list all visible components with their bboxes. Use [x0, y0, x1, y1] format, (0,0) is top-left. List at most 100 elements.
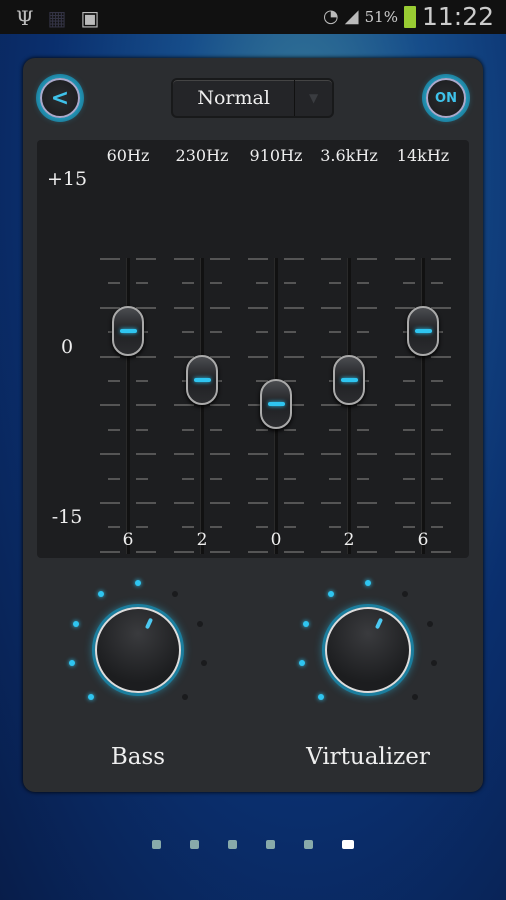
- usb-icon: Ψ: [16, 6, 34, 30]
- tick-mark: [248, 550, 268, 553]
- debug-icon: ▦: [47, 6, 67, 30]
- slider-thumb-910Hz[interactable]: [260, 379, 292, 429]
- tick-mark: [395, 404, 415, 407]
- page-dot[interactable]: [190, 840, 199, 849]
- page-dot[interactable]: [304, 840, 313, 849]
- tick-mark: [321, 453, 341, 456]
- tick-mark: [108, 526, 120, 529]
- slider-thumb-60Hz[interactable]: [112, 305, 144, 356]
- page-dot[interactable]: [342, 840, 354, 849]
- tick-mark: [136, 380, 148, 382]
- tick-mark: [174, 404, 194, 407]
- tick-mark: [357, 331, 369, 334]
- tick-mark: [431, 404, 451, 407]
- tick-mark: [100, 258, 120, 260]
- chevron-down-icon: ▼: [294, 80, 332, 116]
- band-label: 910Hz: [249, 146, 303, 165]
- knob-indicator: [144, 617, 154, 630]
- tick-mark: [321, 258, 341, 260]
- power-label: ON: [435, 90, 457, 106]
- band-label: 230Hz: [175, 146, 229, 165]
- band-label: 3.6kHz: [320, 146, 378, 165]
- tick-mark: [431, 282, 443, 285]
- tick-mark: [329, 331, 341, 334]
- tick-mark: [100, 502, 120, 504]
- tick-mark: [284, 306, 304, 309]
- knob-indicator: [374, 617, 384, 630]
- level-dot: [426, 621, 433, 628]
- tick-mark: [329, 428, 341, 431]
- tick-mark: [357, 428, 369, 431]
- tick-mark: [210, 282, 222, 285]
- slider-thumb-14kHz[interactable]: [407, 305, 439, 356]
- tick-mark: [256, 526, 268, 529]
- power-toggle[interactable]: ON: [426, 78, 466, 118]
- tick-mark: [431, 306, 451, 309]
- tick-mark: [431, 428, 443, 431]
- tick-mark: [210, 404, 230, 407]
- tick-mark: [395, 502, 415, 504]
- thumb-indicator: [268, 402, 285, 406]
- tick-mark: [108, 428, 120, 431]
- level-dot: [172, 591, 179, 598]
- equalizer-panel: < Normal ▼ ON +15 0 -15 60Hz 6 230Hz 2 910Hz…: [23, 58, 483, 792]
- tick-mark: [403, 477, 415, 480]
- tick-mark: [256, 477, 268, 480]
- level-dot: [97, 591, 104, 598]
- tick-mark: [395, 453, 415, 456]
- tick-mark: [182, 282, 194, 285]
- y-max-label: +15: [46, 168, 88, 190]
- tick-mark: [210, 355, 230, 358]
- tick-mark: [248, 355, 268, 358]
- chevron-left-icon: <: [50, 85, 70, 111]
- thumb-indicator: [194, 377, 211, 382]
- back-button[interactable]: <: [40, 78, 80, 118]
- slider-track: [126, 258, 130, 554]
- bass-knob[interactable]: [95, 607, 181, 693]
- tick-mark: [174, 502, 194, 504]
- tick-mark: [210, 258, 230, 260]
- tick-mark: [357, 502, 377, 504]
- level-dot: [73, 621, 80, 628]
- thumb-indicator: [120, 328, 137, 333]
- band-value: 6: [417, 530, 429, 550]
- tick-mark: [329, 526, 341, 529]
- level-dot: [303, 621, 310, 628]
- level-dot: [69, 660, 76, 667]
- tick-mark: [321, 306, 341, 309]
- tick-mark: [136, 526, 148, 529]
- tick-mark: [210, 526, 222, 529]
- tick-mark: [284, 453, 304, 456]
- tick-mark: [284, 331, 296, 334]
- page-dot[interactable]: [152, 840, 161, 849]
- virtualizer-label: Virtualizer: [306, 744, 430, 770]
- tick-mark: [284, 526, 296, 529]
- virtualizer-knob[interactable]: [325, 607, 411, 693]
- preset-dropdown[interactable]: Normal ▼: [171, 78, 334, 118]
- band-label: 60Hz: [106, 146, 150, 165]
- tick-mark: [431, 477, 443, 480]
- tick-mark: [357, 404, 377, 407]
- tick-mark: [182, 331, 194, 334]
- tick-mark: [136, 258, 156, 260]
- tick-mark: [395, 306, 415, 309]
- tick-mark: [431, 453, 451, 456]
- level-dot: [402, 591, 409, 598]
- tick-mark: [182, 428, 194, 431]
- tick-mark: [182, 477, 194, 480]
- tick-mark: [100, 404, 120, 407]
- page-dot[interactable]: [228, 840, 237, 849]
- page-dot[interactable]: [266, 840, 275, 849]
- sd-card-icon: ▣: [80, 6, 100, 30]
- tick-mark: [431, 258, 451, 260]
- status-bar: Ψ ▦ ▣ ◔ ◢ 51% 11:22: [0, 0, 506, 34]
- slider-thumb-230Hz[interactable]: [186, 354, 218, 405]
- tick-mark: [108, 477, 120, 480]
- level-dot: [87, 694, 94, 701]
- tick-mark: [100, 550, 120, 553]
- level-dot: [412, 694, 419, 701]
- slider-thumb-3.6kHz[interactable]: [333, 354, 365, 405]
- tick-mark: [248, 258, 268, 260]
- thumb-indicator: [341, 377, 358, 382]
- level-dot: [200, 660, 207, 667]
